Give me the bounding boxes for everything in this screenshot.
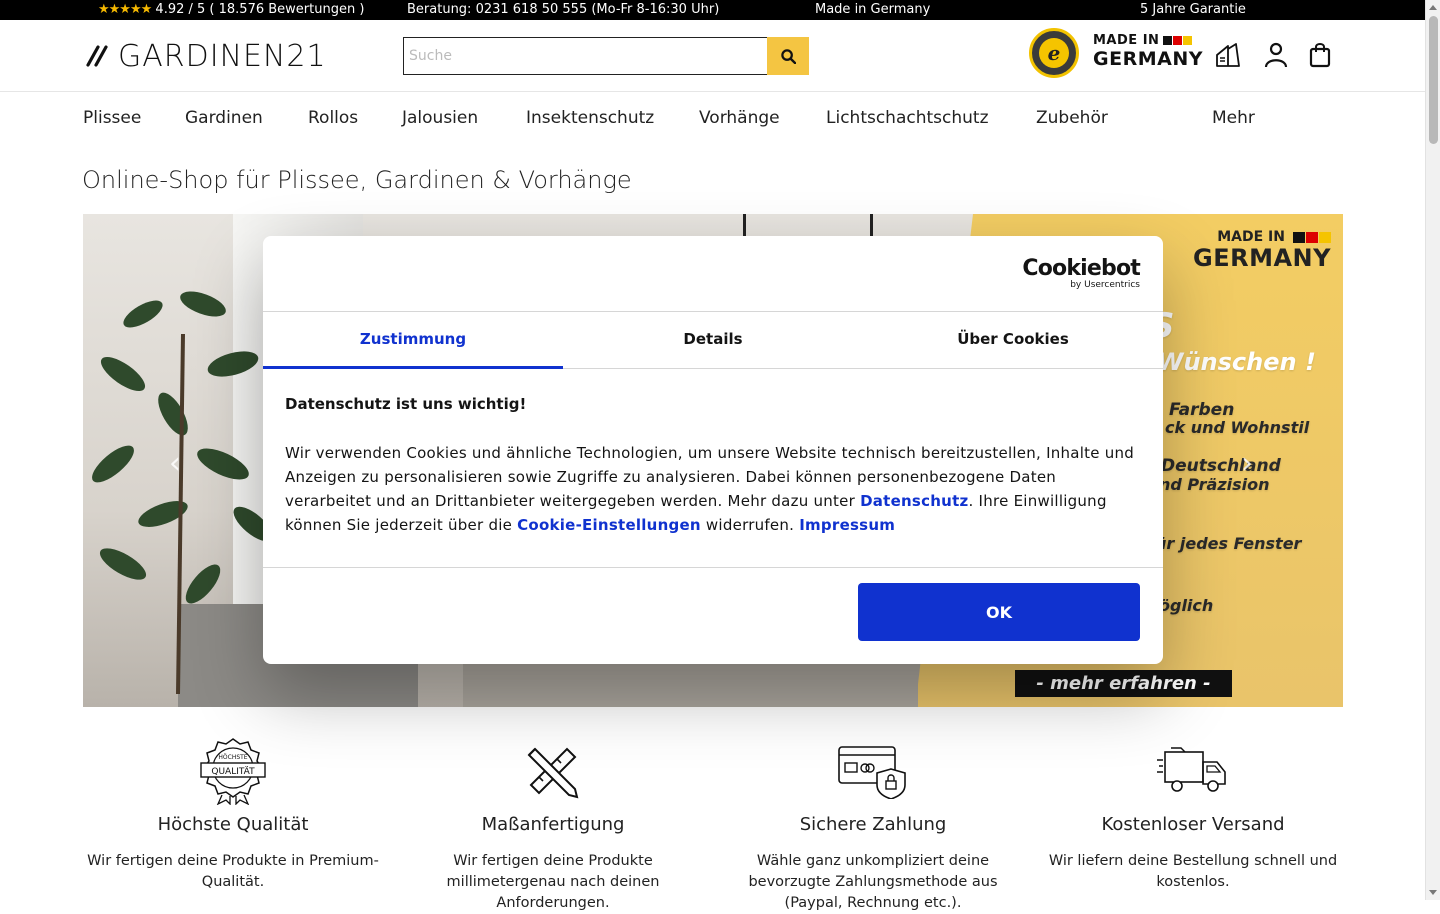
cookie-dialog-body: Datenschutz ist uns wichtig! Wir verwend… [263,369,1163,568]
cookie-dialog-header: Cookiebot by Usercentrics [263,236,1163,312]
cookiebot-brand-sub: by Usercentrics [1070,280,1140,290]
tab-details[interactable]: Details [563,312,863,368]
link-cookie-einstellungen[interactable]: Cookie-Einstellungen [517,516,701,534]
link-impressum[interactable]: Impressum [799,516,895,534]
cookie-tabs: Zustimmung Details Über Cookies [263,312,1163,369]
cookiebot-brand: Cookiebot [1022,256,1140,281]
cookie-text-part: widerrufen. [700,516,800,534]
scrollbar-thumb[interactable] [1429,16,1438,144]
cookiebot-logo: Cookiebot by Usercentrics [1022,258,1140,290]
cookie-heading: Datenschutz ist uns wichtig! [285,395,527,413]
tab-ueber-cookies[interactable]: Über Cookies [863,312,1163,368]
cookie-text: Wir verwenden Cookies und ähnliche Techn… [285,441,1141,537]
cookie-consent-dialog: Cookiebot by Usercentrics Zustimmung Det… [263,236,1163,664]
cookie-ok-button[interactable]: OK [858,583,1140,641]
tab-zustimmung[interactable]: Zustimmung [263,312,563,369]
link-datenschutz[interactable]: Datenschutz [860,492,968,510]
scroll-down-icon[interactable] [1429,890,1437,895]
scroll-up-icon[interactable] [1429,5,1437,10]
page-scrollbar[interactable] [1425,0,1440,900]
